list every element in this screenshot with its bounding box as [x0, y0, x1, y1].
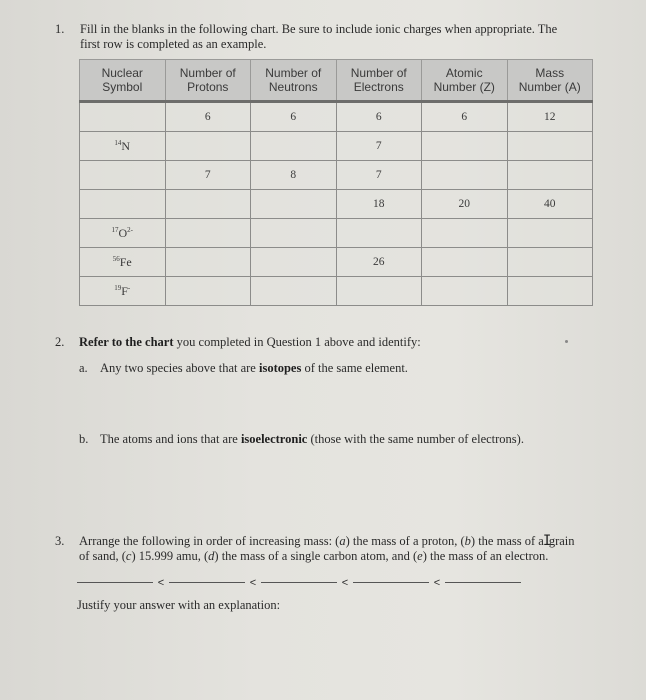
- element-symbol: F: [121, 283, 128, 298]
- cell-atomic-number[interactable]: [421, 131, 508, 161]
- cell-neutrons[interactable]: [250, 189, 337, 219]
- cell-nuclear-symbol[interactable]: [79, 101, 166, 132]
- cell-neutrons[interactable]: [250, 276, 337, 306]
- question-1-line-2: first row is completed as an example.: [80, 37, 267, 51]
- cell-protons[interactable]: [164, 276, 251, 306]
- cell-protons[interactable]: 6: [164, 101, 251, 132]
- cell-neutrons[interactable]: 8: [250, 160, 337, 190]
- cell-electrons[interactable]: 18: [335, 189, 422, 219]
- answer-blank-3[interactable]: [261, 581, 337, 583]
- question-2b-text: The atoms and ions that are isoelectroni…: [100, 432, 524, 446]
- mass-superscript: 56: [112, 254, 120, 263]
- question-3-number: 3.: [55, 534, 65, 548]
- answer-blank-1[interactable]: [77, 581, 153, 583]
- table-row: 56Fe 26: [79, 247, 593, 277]
- table-row: 18 20 40: [79, 189, 593, 219]
- cell-neutrons[interactable]: 6: [250, 101, 337, 132]
- cell-neutrons[interactable]: [250, 218, 337, 248]
- header-nuclear-symbol: Nuclear Symbol: [79, 59, 166, 103]
- cell-electrons[interactable]: [335, 218, 422, 248]
- cell-protons[interactable]: 7: [164, 160, 251, 190]
- element-symbol: O: [118, 225, 128, 240]
- header-neutrons: Number of Neutrons: [250, 59, 337, 103]
- question-3-line-2: of sand, (c) 15.999 amu, (d) the mass of…: [79, 549, 549, 563]
- question-1-number: 1.: [55, 22, 65, 36]
- table-row: 14N 7: [79, 131, 593, 161]
- cell-atomic-number[interactable]: [421, 247, 508, 277]
- question-1-text: Fill in the blanks in the following char…: [80, 22, 620, 52]
- cell-mass-number[interactable]: [506, 160, 593, 190]
- question-1-line-1: Fill in the blanks in the following char…: [80, 22, 558, 36]
- question-2b-label: b.: [79, 432, 89, 446]
- header-atomic-number: Atomic Number (Z): [421, 59, 508, 103]
- stray-mark: [565, 340, 568, 343]
- cell-neutrons[interactable]: [250, 131, 337, 161]
- table-row: 19F-: [79, 276, 593, 306]
- ordering-blanks: < < < <: [77, 575, 521, 591]
- table-row: 6 6 6 6 12: [79, 101, 593, 132]
- table-header-row: Nuclear Symbol Number of Protons Number of…: [79, 59, 593, 103]
- cell-protons[interactable]: [164, 189, 251, 219]
- cell-mass-number[interactable]: [506, 247, 593, 277]
- question-3-line-1: Arrange the following in order of increa…: [79, 533, 575, 549]
- cell-atomic-number[interactable]: [421, 218, 508, 248]
- answer-blank-2[interactable]: [169, 581, 245, 583]
- question-2a-text: Any two species above that are isotopes …: [100, 361, 408, 375]
- cell-atomic-number[interactable]: [421, 160, 508, 190]
- header-electrons: Number of Electrons: [335, 59, 422, 103]
- cell-protons[interactable]: [164, 218, 251, 248]
- cell-nuclear-symbol[interactable]: 19F-: [79, 276, 166, 306]
- charge-superscript: 2-: [127, 225, 133, 234]
- cell-nuclear-symbol[interactable]: 56Fe: [79, 247, 166, 277]
- element-symbol: Fe: [119, 254, 132, 269]
- question-3-text: Arrange the following in order of increa…: [79, 534, 609, 564]
- question-2a-label: a.: [79, 361, 88, 375]
- cell-atomic-number[interactable]: 6: [421, 101, 508, 132]
- cell-nuclear-symbol[interactable]: 14N: [79, 131, 166, 161]
- cell-nuclear-symbol[interactable]: [79, 160, 166, 190]
- cell-electrons[interactable]: 7: [335, 131, 422, 161]
- cell-mass-number[interactable]: [506, 131, 593, 161]
- header-mass-number: Mass Number (A): [506, 59, 593, 103]
- cell-nuclear-symbol[interactable]: [79, 189, 166, 219]
- cell-neutrons[interactable]: [250, 247, 337, 277]
- answer-blank-5[interactable]: [445, 581, 521, 583]
- cell-mass-number[interactable]: 12: [506, 101, 593, 132]
- header-protons: Number of Protons: [164, 59, 251, 103]
- cell-atomic-number[interactable]: [421, 276, 508, 306]
- cell-electrons[interactable]: 26: [335, 247, 422, 277]
- cell-mass-number[interactable]: [506, 218, 593, 248]
- cell-mass-number[interactable]: 40: [506, 189, 593, 219]
- cell-protons[interactable]: [164, 131, 251, 161]
- element-symbol: N: [121, 138, 131, 153]
- cell-electrons[interactable]: 7: [335, 160, 422, 190]
- nuclear-chart-table: Nuclear Symbol Number of Protons Number of…: [79, 59, 593, 306]
- question-2-intro: Refer to the chart you completed in Ques…: [79, 335, 421, 349]
- cell-electrons[interactable]: 6: [335, 101, 422, 132]
- cell-mass-number[interactable]: [506, 276, 593, 306]
- cell-atomic-number[interactable]: 20: [421, 189, 508, 219]
- answer-blank-4[interactable]: [353, 581, 429, 583]
- question-2-number: 2.: [55, 335, 65, 349]
- justify-prompt: Justify your answer with an explanation:: [77, 598, 281, 612]
- table-row: 787: [79, 160, 593, 190]
- cell-protons[interactable]: [164, 247, 251, 277]
- cell-nuclear-symbol[interactable]: 17O2-: [79, 218, 166, 248]
- charge-superscript: -: [127, 283, 131, 292]
- table-row: 17O2-: [79, 218, 593, 248]
- cell-electrons[interactable]: [335, 276, 422, 306]
